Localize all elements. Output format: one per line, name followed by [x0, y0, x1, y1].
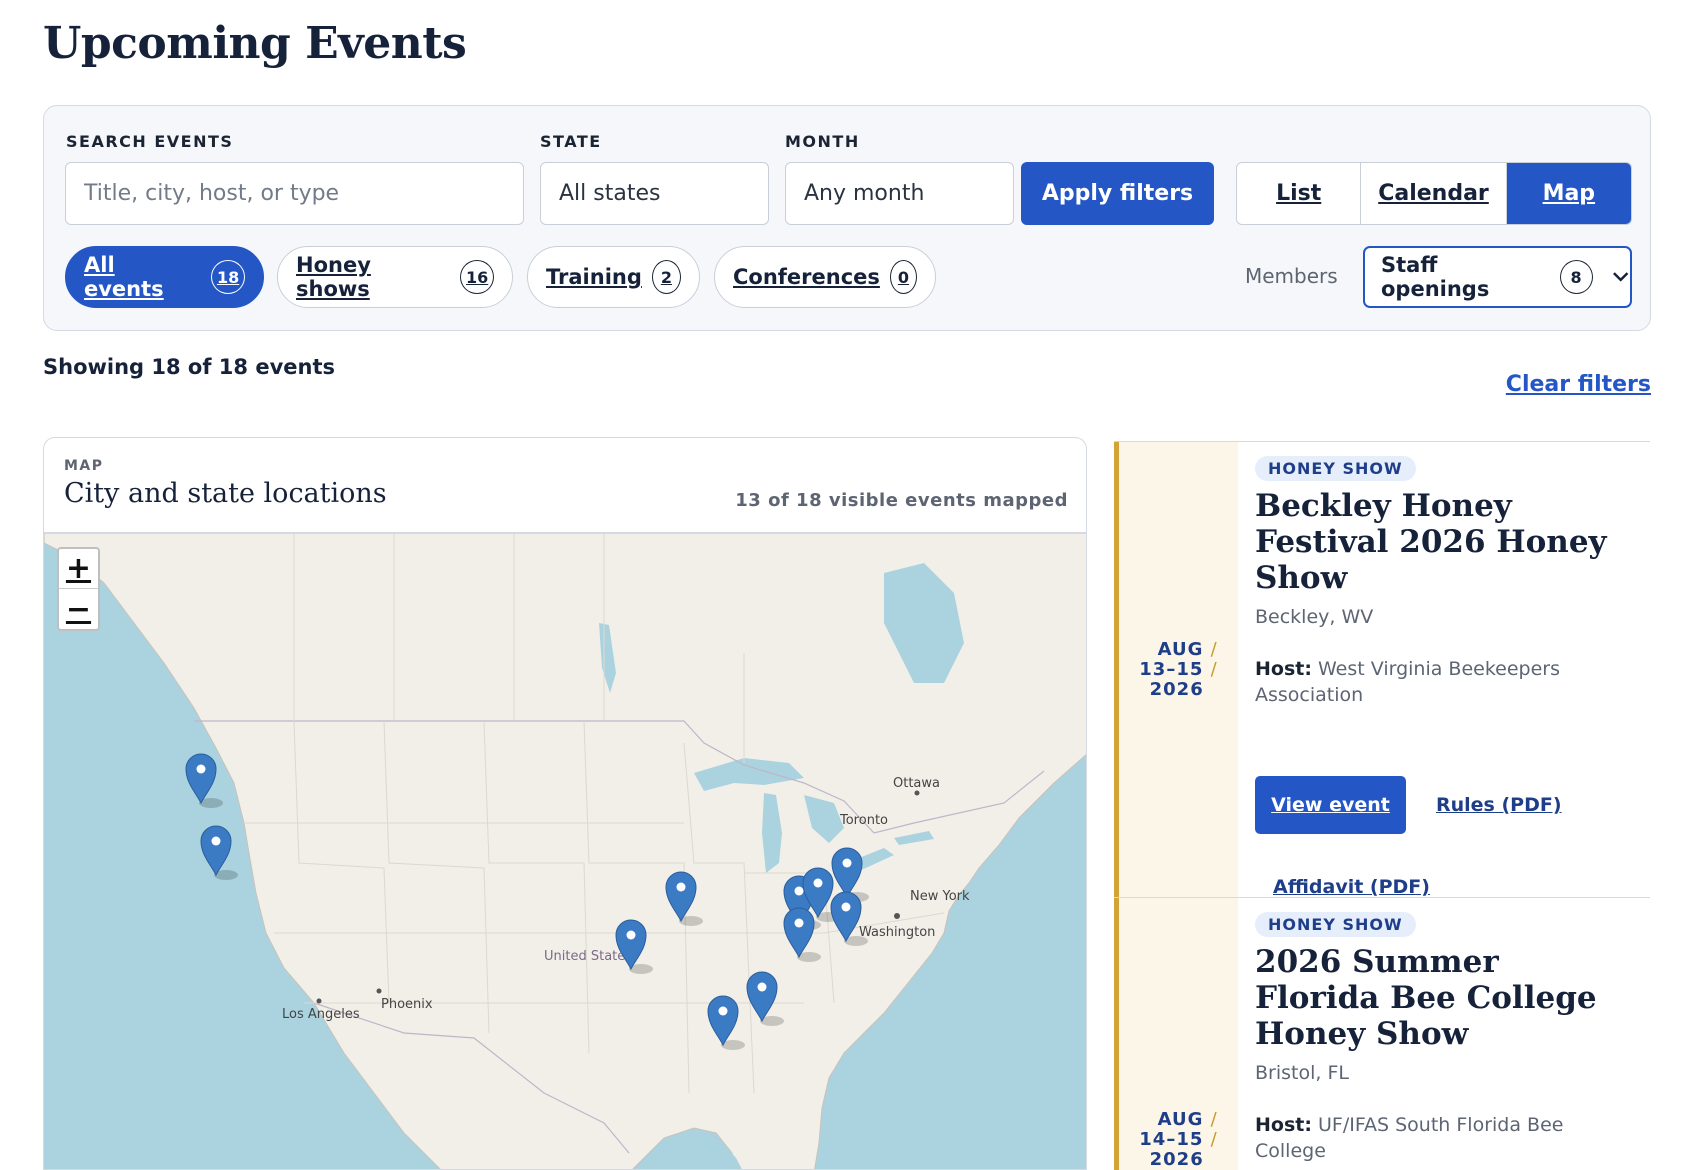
chip-honey-shows[interactable]: Honey shows 16	[277, 246, 513, 308]
state-select-value: All states	[559, 181, 661, 206]
staff-openings-count: 8	[1559, 260, 1593, 294]
state-label: STATE	[540, 132, 602, 151]
view-event-button[interactable]: View event	[1255, 776, 1406, 834]
event-host: Host: West Virginia Beekeepers Associati…	[1255, 656, 1630, 708]
event-type-badge: HONEY SHOW	[1255, 456, 1416, 481]
filter-panel: SEARCH EVENTS STATE All states MONTH Any…	[43, 105, 1651, 331]
map-area[interactable]: Ottawa Toronto New York Washington Unite…	[44, 532, 1087, 1170]
place-label-phoenix: Phoenix	[381, 997, 433, 1012]
event-type-badge: HONEY SHOW	[1255, 912, 1416, 937]
page-title: Upcoming Events	[43, 18, 467, 69]
event-host: Host: UF/IFAS South Florida Bee College	[1255, 1112, 1630, 1164]
event-card: AUG / 14–15 / 2026 HONEY SHOW 2026 Summe…	[1114, 897, 1650, 1170]
view-toggle: List Calendar Map	[1236, 162, 1632, 225]
chip-all-events[interactable]: All events 18	[65, 246, 264, 308]
event-date-year: 2026	[1149, 1149, 1204, 1170]
chip-count: 0	[889, 260, 917, 294]
place-label-new-york: New York	[910, 889, 970, 904]
place-label-los-angeles: Los Angeles	[282, 1007, 360, 1022]
month-label: MONTH	[785, 132, 860, 151]
place-label-toronto: Toronto	[839, 813, 888, 828]
event-title: 2026 Summer Florida Bee College Honey Sh…	[1255, 944, 1597, 1052]
place-label-ottawa: Ottawa	[893, 776, 940, 791]
zoom-control: + −	[57, 547, 100, 631]
month-select-value: Any month	[804, 181, 925, 206]
map-card: MAP City and state locations 13 of 18 vi…	[43, 437, 1087, 1170]
view-map-button[interactable]: Map	[1506, 163, 1631, 224]
event-card: AUG / 13–15 / 2026 HONEY SHOW Beckley Ho…	[1114, 441, 1650, 898]
map-canvas[interactable]: Ottawa Toronto New York Washington Unite…	[44, 533, 1087, 1170]
chip-label: Conferences	[733, 265, 880, 289]
members-label: Members	[1245, 264, 1338, 288]
event-date: AUG / 13–15 / 2026	[1114, 442, 1238, 897]
events-list: AUG / 13–15 / 2026 HONEY SHOW Beckley Ho…	[1114, 441, 1650, 1170]
results-count: Showing 18 of 18 events	[43, 355, 336, 379]
affidavit-pdf-link[interactable]: Affidavit (PDF)	[1273, 876, 1630, 898]
map-mapped-count: 13 of 18 visible events mapped	[735, 490, 1068, 511]
zoom-in-button[interactable]: +	[59, 549, 98, 589]
event-title: Beckley Honey Festival 2026 Honey Show	[1255, 488, 1607, 596]
clear-filters-link[interactable]: Clear filters	[1506, 372, 1651, 397]
event-date-year: 2026	[1149, 678, 1204, 700]
chip-label: Honey shows	[296, 253, 371, 301]
event-date-month: AUG	[1157, 1109, 1204, 1130]
rules-pdf-link[interactable]: Rules (PDF)	[1436, 794, 1562, 816]
chip-label: All events	[84, 253, 164, 301]
staff-openings-select[interactable]: Staff openings 8	[1363, 246, 1632, 308]
event-location: Bristol, FL	[1255, 1062, 1349, 1084]
chevron-down-icon	[1612, 272, 1628, 282]
search-input[interactable]	[65, 162, 524, 225]
place-label-united-states: United States	[544, 949, 632, 964]
event-location: Beckley, WV	[1255, 606, 1374, 628]
staff-openings-label: Staff openings	[1381, 253, 1490, 301]
chip-count: 18	[211, 260, 245, 294]
chip-conferences[interactable]: Conferences 0	[714, 246, 936, 308]
event-date-month: AUG	[1157, 638, 1204, 660]
chip-count: 16	[460, 260, 494, 294]
view-list-button[interactable]: List	[1237, 163, 1362, 224]
chip-label: Training	[546, 265, 642, 289]
event-date-days: 13–15	[1139, 658, 1204, 680]
place-label-washington: Washington	[859, 925, 935, 940]
chip-training[interactable]: Training 2	[527, 246, 700, 308]
event-host-label: Host:	[1255, 1114, 1312, 1136]
month-select[interactable]: Any month	[785, 162, 1014, 225]
event-date: AUG / 14–15 / 2026	[1114, 898, 1238, 1170]
state-select[interactable]: All states	[540, 162, 769, 225]
view-calendar-button[interactable]: Calendar	[1361, 163, 1507, 224]
event-date-days: 14–15	[1139, 1129, 1204, 1150]
zoom-out-button[interactable]: −	[59, 589, 98, 629]
chip-count: 2	[651, 260, 681, 294]
map-title: City and state locations	[64, 478, 387, 509]
map-eyebrow: MAP	[64, 458, 104, 474]
event-host-label: Host:	[1255, 658, 1312, 680]
apply-filters-button[interactable]: Apply filters	[1021, 162, 1214, 225]
search-label: SEARCH EVENTS	[66, 132, 234, 151]
